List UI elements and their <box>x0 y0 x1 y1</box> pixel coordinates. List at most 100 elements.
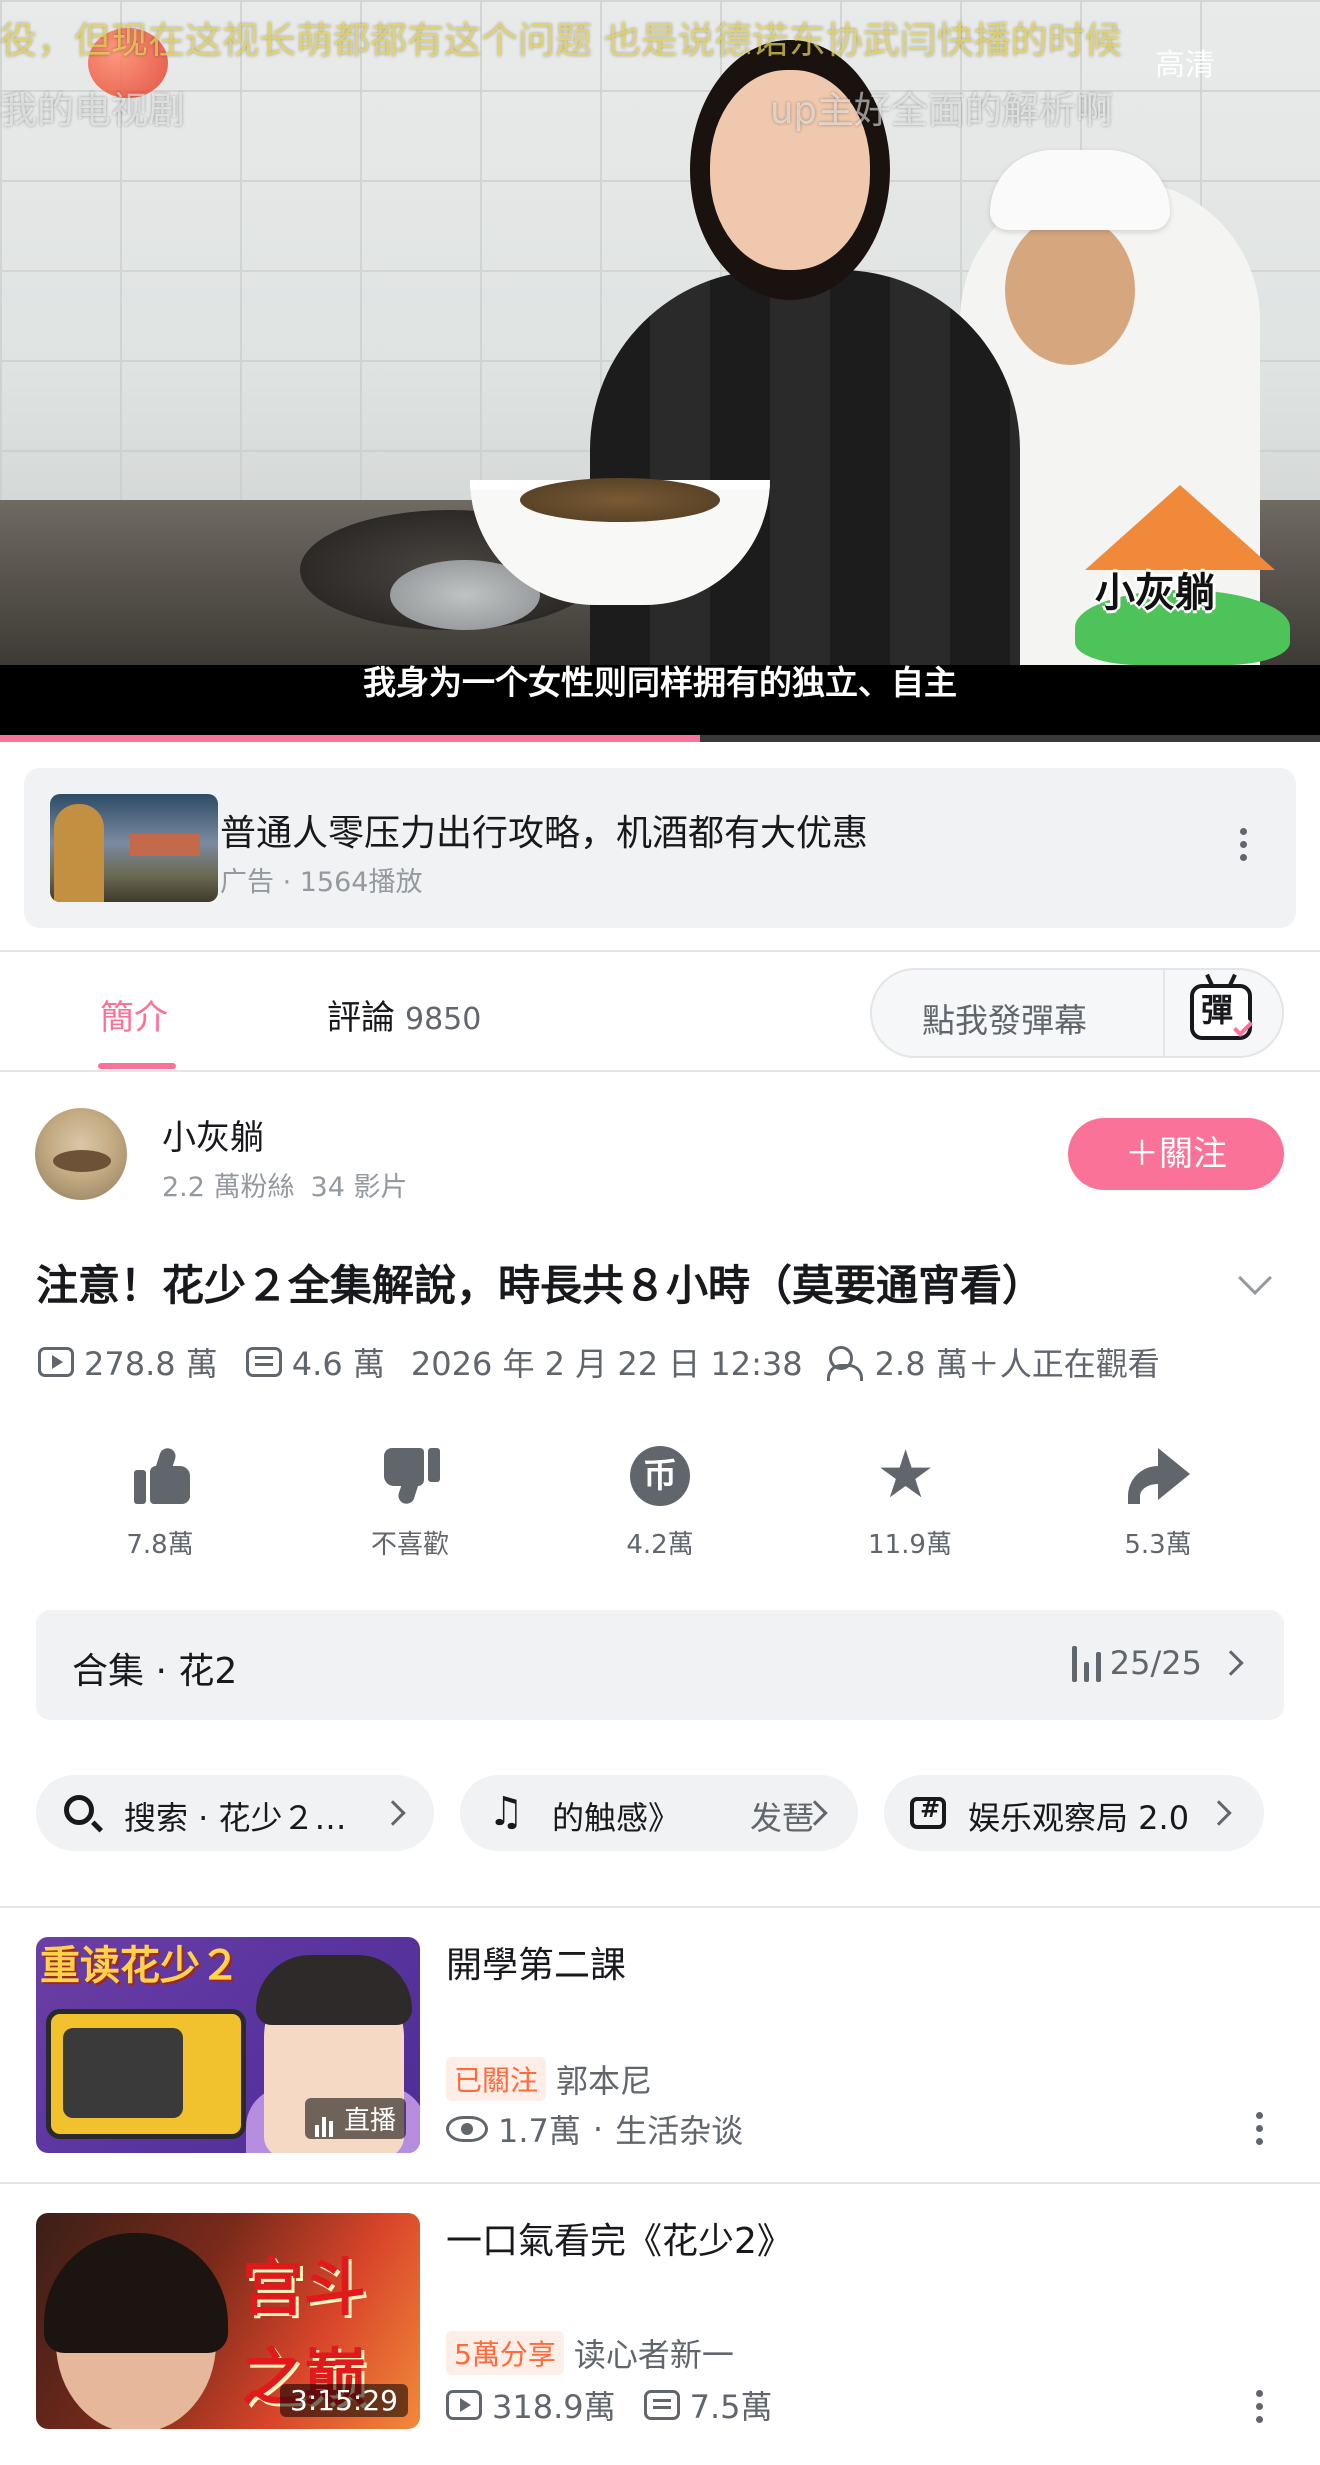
search-chip[interactable]: 搜索 · 花少２… <box>36 1775 434 1851</box>
danmaku-input-separator <box>1163 970 1165 1056</box>
video-stats: 278.8 萬 4.6 萬 2026 年 2 月 22 日 12:38 2.8 … <box>38 1340 1160 1384</box>
comments-count: 9850 <box>405 1002 482 1037</box>
follow-button[interactable]: ＋關注 <box>1068 1118 1284 1190</box>
thumbs-up-icon <box>134 1446 190 1504</box>
ad-meta: 广告 · 1564播放 <box>220 867 423 898</box>
ad-thumbnail-temple <box>130 834 200 856</box>
uploader-stats: 2.2 萬粉絲 34 影片 <box>162 1165 407 1204</box>
music-chip[interactable]: ♫ 的触感》 发琶 <box>460 1775 858 1851</box>
live-badge-label: 直播 <box>343 2106 396 2136</box>
star-icon: ★ <box>876 1436 936 1513</box>
followed-badge: 已關注 <box>446 2057 547 2101</box>
collection-title: 合集 · 花2 <box>72 1651 238 1692</box>
danmaku-count-icon <box>643 2390 680 2420</box>
thumbnail-text: 重读花少２ <box>40 1943 240 1989</box>
related-video-thumbnail[interactable]: 宫斗之巅 3:15:29 <box>36 2213 420 2429</box>
uploader-name[interactable]: 小灰躺 <box>162 1110 264 1159</box>
more-options-icon[interactable] <box>1256 2390 1264 2429</box>
active-tab-indicator <box>98 1063 176 1069</box>
eye-icon <box>446 2116 488 2142</box>
favorite-button[interactable]: ★ 11.9萬 <box>830 1440 990 1561</box>
thumbs-down-icon <box>384 1448 440 1506</box>
chevron-down-icon[interactable] <box>1238 1261 1272 1295</box>
related-views: 1.7萬 <box>498 2112 581 2150</box>
related-danmaku: 7.5萬 <box>689 2388 773 2426</box>
related-video-stats: 1.7萬 · 生活杂谈 <box>446 2106 743 2152</box>
search-chip-label: 搜索 · 花少２… <box>124 1799 347 1837</box>
tab-comments-label: 評論 <box>327 998 395 1038</box>
uploader-avatar[interactable] <box>35 1108 127 1200</box>
danmaku-count: 4.6 萬 <box>291 1345 385 1383</box>
danmaku-input-placeholder: 點我發彈幕 <box>922 1001 1087 1040</box>
related-video-uploader: 已關注 郭本尼 <box>446 2056 652 2102</box>
music-chip-label: 的触感》 <box>552 1799 681 1837</box>
coin-button[interactable]: 币 4.2萬 <box>580 1440 740 1561</box>
dislike-label: 不喜歡 <box>370 1530 449 1560</box>
chef-face <box>1005 215 1135 365</box>
check-icon <box>1233 1017 1253 1037</box>
tab-comments[interactable]: 評論 9850 <box>327 990 481 1039</box>
related-video-thumbnail[interactable]: 重读花少２ 直播 <box>36 1937 420 2153</box>
ad-thumbnail <box>50 794 218 902</box>
danmaku-toggle-icon[interactable]: 彈 <box>1190 973 1253 1040</box>
video-title: 注意！花少２全集解說，時長共８小時（莫要通宵看） <box>36 1261 1045 1310</box>
uploader-video-count: 34 影片 <box>310 1172 408 1203</box>
play-count-icon <box>38 1347 74 1377</box>
divider <box>0 2182 1320 2184</box>
play-count-icon <box>446 2390 482 2420</box>
publish-date: 2026 年 2 月 22 日 12:38 <box>410 1345 803 1383</box>
search-icon <box>64 1795 94 1825</box>
divider <box>0 1070 1320 1072</box>
quality-label[interactable]: 高清 <box>1155 40 1215 84</box>
related-video-uploader: 5萬分享 读心者新一 <box>446 2330 734 2376</box>
uploader-fans: 2.2 萬粉絲 <box>162 1172 295 1203</box>
woman-jacket <box>590 270 1020 665</box>
related-uploader-name: 郭本尼 <box>556 2062 653 2100</box>
video-subtitle: 我身为一个女性则同样拥有的独立、自主 <box>363 663 957 702</box>
playback-progress-fill <box>0 735 700 742</box>
people-icon <box>826 1346 867 1381</box>
view-count: 278.8 萬 <box>84 1345 218 1383</box>
watching-count: 2.8 萬＋人正在觀看 <box>874 1345 1160 1383</box>
coin-icon: 币 <box>630 1446 690 1506</box>
danmaku-icon-glyph: 彈 <box>1201 991 1234 1029</box>
related-views: 318.9萬 <box>492 2388 616 2426</box>
share-count: 5.3萬 <box>1124 1530 1192 1560</box>
video-duration: 3:15:29 <box>280 2384 408 2417</box>
danmaku-comment: up主好全面的解析啊 <box>770 89 1113 132</box>
thumbnail-hair <box>44 2233 228 2353</box>
ad-title: 普通人零压力出行攻略，机酒都有大优惠 <box>220 813 869 854</box>
topic-chip-label: 娱乐观察局 2.0 <box>968 1799 1190 1837</box>
like-button[interactable]: 7.8萬 <box>80 1440 240 1561</box>
chevron-right-icon <box>1206 1800 1232 1826</box>
related-video-title[interactable]: 一口氣看完《花少2》 <box>446 2212 793 2264</box>
ad-thumbnail-figure <box>54 804 104 902</box>
danmaku-comment: 我的电视剧 <box>0 89 185 132</box>
dislike-button[interactable]: 不喜歡 <box>330 1440 490 1561</box>
more-options-icon[interactable] <box>1240 828 1248 867</box>
tv-illustration <box>46 2009 246 2139</box>
cartoon-hair <box>256 1955 412 2025</box>
ad-card[interactable]: 普通人零压力出行攻略，机酒都有大优惠 广告 · 1564播放 <box>24 768 1296 928</box>
topic-icon <box>910 1795 946 1829</box>
video-player[interactable]: 小灰躺 高清 役，但现在这视长萌都都有这个问题 也是说德诺东协武闫快播的时候 我… <box>0 0 1320 742</box>
music-note-icon: ♫ <box>488 1789 524 1835</box>
separator-dot: · <box>592 2110 604 2148</box>
danmaku-count-icon <box>245 1347 282 1377</box>
share-button[interactable]: 5.3萬 <box>1078 1440 1238 1561</box>
chef-hat <box>990 150 1170 230</box>
collection-bar[interactable]: 合集 · 花2 25/25 <box>36 1610 1284 1720</box>
more-options-icon[interactable] <box>1256 2112 1264 2151</box>
share-badge: 5萬分享 <box>446 2331 564 2375</box>
related-video-title[interactable]: 開學第二課 <box>446 1936 626 1988</box>
playback-progress-bar[interactable] <box>0 735 1320 742</box>
share-icon <box>1126 1448 1190 1504</box>
danmaku-input[interactable]: 點我發彈幕 彈 <box>870 968 1284 1058</box>
coin-count: 4.2萬 <box>626 1530 694 1560</box>
tab-intro[interactable]: 簡介 <box>100 990 168 1039</box>
topic-chip[interactable]: 娱乐观察局 2.0 <box>884 1775 1264 1851</box>
tv-antenna <box>1227 973 1237 989</box>
live-badge: 直播 <box>304 2098 406 2139</box>
channel-watermark: 小灰躺 <box>1095 570 1215 616</box>
related-category: 生活杂谈 <box>615 2112 744 2150</box>
